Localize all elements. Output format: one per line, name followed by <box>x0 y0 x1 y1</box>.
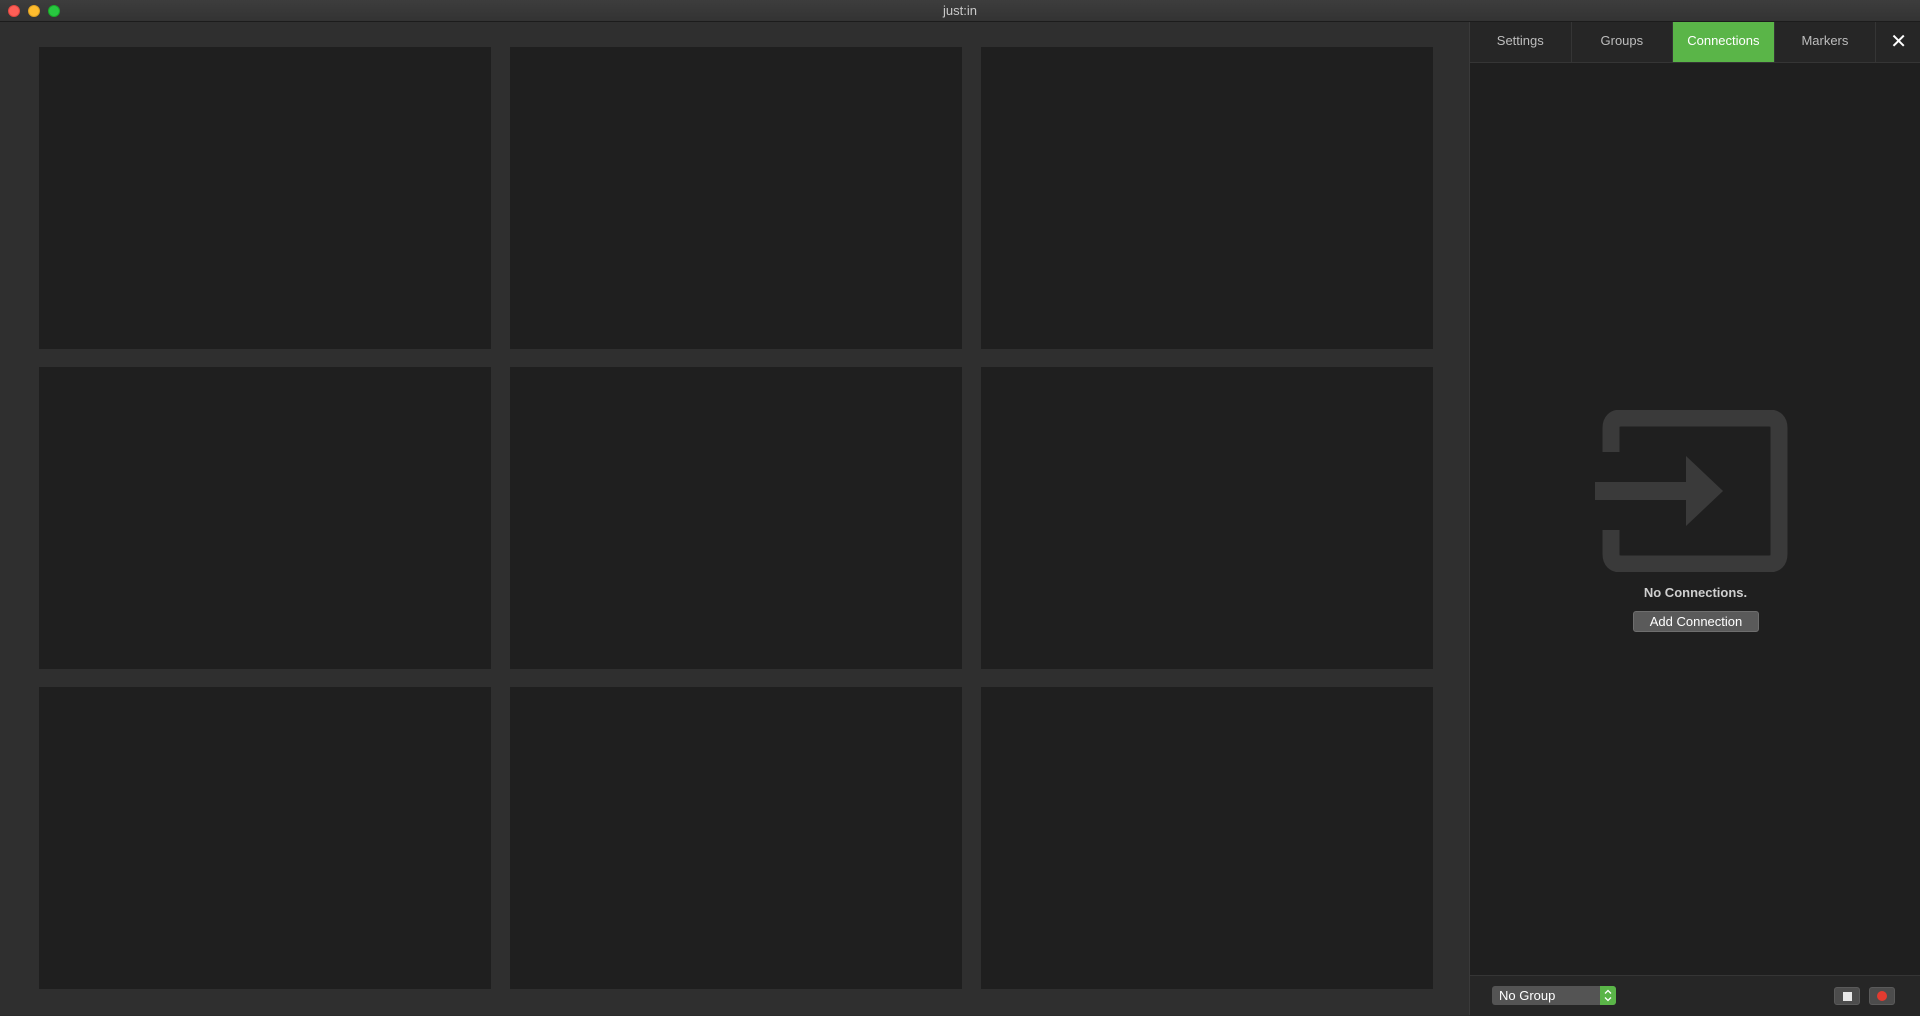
input-arrow-icon <box>1595 410 1788 572</box>
group-select[interactable]: No Group <box>1492 986 1616 1005</box>
add-connection-button[interactable]: Add Connection <box>1633 611 1759 632</box>
tab-markers[interactable]: Markers <box>1775 22 1877 62</box>
video-tile[interactable] <box>39 367 491 669</box>
sidebar-tabs: Settings Groups Connections Markers ✕ <box>1470 22 1920 63</box>
stop-button[interactable] <box>1834 987 1860 1005</box>
video-tile[interactable] <box>510 687 962 989</box>
tab-settings[interactable]: Settings <box>1470 22 1572 62</box>
window-title: just:in <box>943 3 977 18</box>
title-bar: just:in <box>0 0 1920 22</box>
video-tile[interactable] <box>39 47 491 349</box>
empty-state-message: No Connections. <box>1643 585 1748 600</box>
video-tile[interactable] <box>981 47 1433 349</box>
video-grid <box>0 22 1469 1015</box>
record-button[interactable] <box>1869 987 1895 1005</box>
record-icon <box>1877 991 1887 1001</box>
app-window: just:in Settings Groups Connections Mark… <box>0 0 1920 1016</box>
video-tile[interactable] <box>39 687 491 989</box>
select-stepper-icon <box>1600 986 1616 1005</box>
video-tile[interactable] <box>981 687 1433 989</box>
sidebar-footer: No Group <box>1470 975 1920 1016</box>
group-select-value: No Group <box>1499 988 1556 1003</box>
video-tile[interactable] <box>510 47 962 349</box>
video-tile[interactable] <box>510 367 962 669</box>
close-sidebar-icon[interactable]: ✕ <box>1876 22 1920 62</box>
tab-connections[interactable]: Connections <box>1673 22 1775 62</box>
sidebar: Settings Groups Connections Markers ✕ No… <box>1469 22 1920 1016</box>
tab-groups[interactable]: Groups <box>1572 22 1674 62</box>
video-tile[interactable] <box>981 367 1433 669</box>
stop-icon <box>1843 992 1852 1001</box>
